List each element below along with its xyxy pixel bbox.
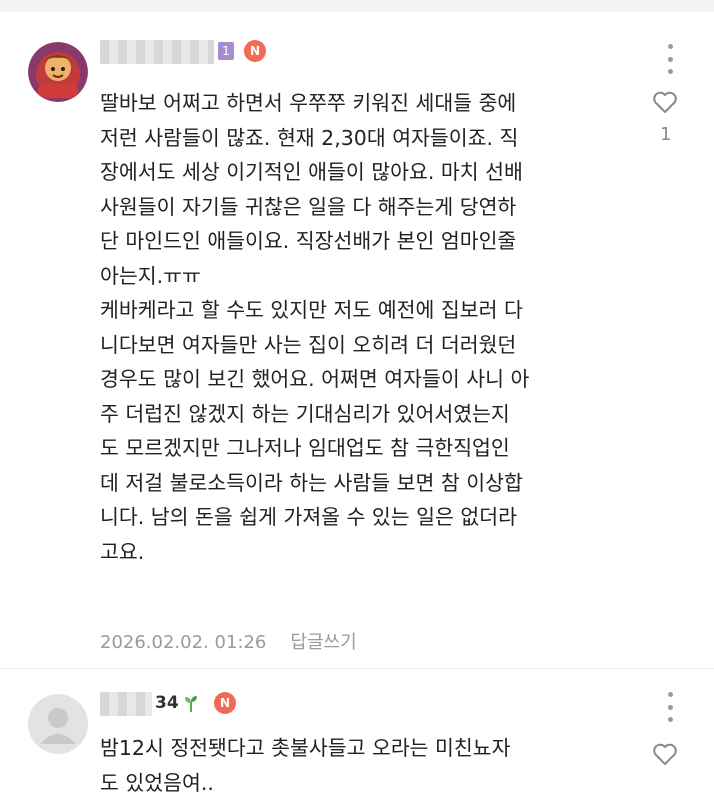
more-vert-icon — [667, 44, 673, 49]
comment-line: 단 마인드인 애들이요. 직장선배가 본인 엄마인줄 — [100, 229, 517, 253]
comment-line: 사원들이 자기들 귀찮은 일을 다 해주는게 당연하 — [100, 194, 517, 219]
comment-body: 딸바보 어쩌고 하면서 우쭈쭈 키워진 세대들 중에 저런 사람들이 많죠. 현… — [100, 86, 640, 569]
new-badge: N — [244, 40, 266, 62]
comment-line: 고요. — [100, 539, 145, 564]
comment-line: 도 있었음여.. — [100, 770, 214, 795]
comment-meta: 2026.02.02. 01:26 답글쓰기 — [100, 628, 357, 654]
comment-line: 주 더럽진 않겠지 하는 기대심리가 있어서였는지 — [100, 401, 510, 426]
more-options-button[interactable] — [666, 692, 674, 722]
comment-line: 장에서도 세상 이기적인 애들이 많아요. 마치 선배 — [100, 160, 523, 184]
comment-line: 저런 사람들이 많죠. 현재 2,30대 여자들이죠. 직 — [100, 125, 519, 150]
comment-line: 도 모르겠지만 그나저나 임대업도 참 극한직업인 — [100, 436, 510, 460]
comment-line: 데 저걸 불로소득이라 하는 사람들 보면 참 이상합 — [100, 470, 523, 495]
comment-body: 밤12시 정전됏다고 촛불사들고 오라는 미친뇨자 도 있었음여.. — [100, 731, 640, 800]
comment-line: 니다. 남의 돈을 쉽게 가져올 수 있는 일은 없더라 — [100, 505, 517, 529]
comment-line: 케바케라고 할 수도 있지만 저도 예전에 집보러 다 — [100, 298, 523, 322]
default-avatar-icon — [48, 708, 68, 728]
avatar[interactable] — [28, 42, 88, 102]
comment-line: 밤12시 정전됏다고 촛불사들고 오라는 미친뇨자 — [100, 736, 511, 760]
avatar[interactable] — [28, 694, 88, 754]
reply-button[interactable]: 답글쓰기 — [290, 632, 356, 653]
more-vert-icon — [667, 692, 673, 697]
sprout-icon — [184, 694, 198, 712]
username-blurred[interactable] — [100, 692, 152, 716]
comment-divider — [0, 668, 714, 669]
more-options-button[interactable] — [666, 44, 674, 74]
heart-outline-icon[interactable] — [652, 742, 678, 766]
level-badge: 1 — [218, 42, 234, 60]
username-suffix[interactable]: 34 — [155, 693, 179, 713]
comment-line: 딸바보 어쩌고 하면서 우쭈쭈 키워진 세대들 중에 — [100, 91, 517, 115]
new-badge: N — [214, 692, 236, 714]
username-blurred[interactable] — [100, 40, 214, 64]
comment-line: 아는지.ㅠㅠ — [100, 263, 201, 288]
comment-line: 경우도 많이 보긴 했어요. 어쩌면 여자들이 사니 아 — [100, 367, 530, 391]
top-divider — [0, 0, 714, 12]
comment-line: 니다보면 여자들만 사는 집이 오히려 더 더러웠던 — [100, 332, 517, 357]
timestamp: 2026.02.02. 01:26 — [100, 632, 267, 653]
like-count: 1 — [660, 124, 672, 145]
heart-outline-icon[interactable] — [652, 90, 678, 114]
